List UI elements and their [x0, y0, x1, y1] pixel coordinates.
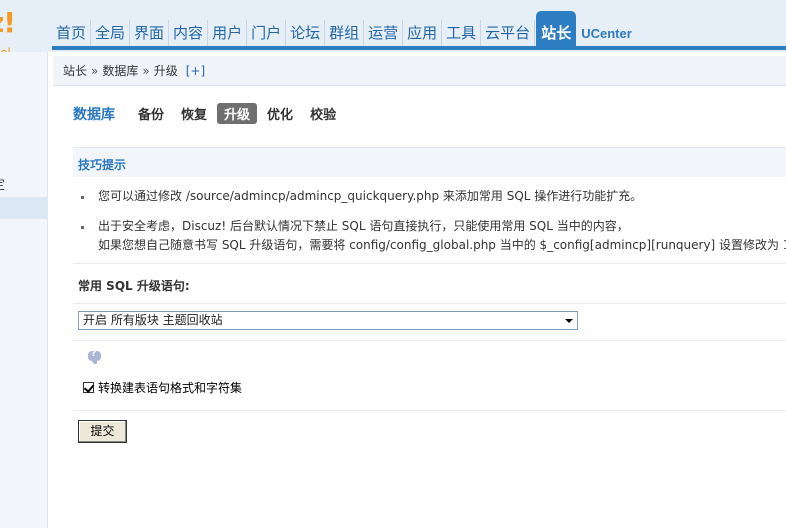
breadcrumb-separator: »	[91, 63, 99, 78]
breadcrumb-item-webmaster[interactable]: 站长	[63, 62, 87, 79]
nav-tab-users[interactable]: 用户	[208, 20, 248, 47]
divider	[73, 410, 786, 411]
nav-tab-apps[interactable]: 应用	[403, 20, 443, 47]
add-shortcut-link[interactable]: [+]	[186, 64, 205, 78]
nav-tab-interface[interactable]: 界面	[130, 20, 170, 47]
convert-charset-label[interactable]: 转换建表语句格式和字符集	[98, 379, 242, 396]
nav-tab-global[interactable]: 全局	[91, 20, 131, 47]
nav-tab-forum[interactable]: 论坛	[286, 20, 326, 47]
sidebar-item-label: 定	[0, 174, 5, 193]
nav-tab-ucenter[interactable]: UCenter	[577, 20, 636, 47]
convert-option-row: 转换建表语句格式和字符集	[83, 379, 242, 396]
tip-line: 出于安全考虑，Discuz! 后台默认情况下禁止 SQL 语句直接执行，只能使用…	[98, 219, 629, 233]
admin-page: z! el 首页 全局 界面 内容 用户 门户 论坛 群组 运营 应用 工具 云…	[0, 0, 786, 528]
nav-tab-tools[interactable]: 工具	[442, 20, 482, 47]
logo: z! el	[0, 6, 28, 57]
tab-optimize[interactable]: 优化	[260, 103, 300, 124]
tip-line: 如果您想自己随意书写 SQL 升级语句，需要将 config/config_gl…	[98, 238, 786, 252]
divider	[73, 263, 786, 264]
top-nav: 首页 全局 界面 内容 用户 门户 论坛 群组 运营 应用 工具 云平台 站长 …	[52, 11, 636, 47]
breadcrumb-separator: »	[142, 63, 150, 78]
breadcrumb-item-database[interactable]: 数据库	[102, 62, 138, 79]
nav-tab-portal[interactable]: 门户	[247, 20, 287, 47]
help-icon[interactable]: ?	[88, 349, 102, 364]
select-value: 开启 所有版块 主题回收站	[83, 313, 223, 327]
nav-tab-webmaster[interactable]: 站长	[536, 11, 577, 47]
sql-statement-select[interactable]: 开启 所有版块 主题回收站	[78, 311, 578, 330]
main-content: 数据库 备份 恢复 升级 优化 校验 技巧提示 您可以通过修改 /source/…	[53, 87, 786, 528]
sub-nav: 数据库 备份 恢复 升级 优化 校验	[73, 103, 346, 124]
nav-tab-groups[interactable]: 群组	[325, 20, 365, 47]
page-title: 数据库	[73, 106, 115, 123]
nav-tab-cloud[interactable]: 云平台	[481, 20, 536, 47]
nav-underline	[52, 46, 786, 50]
header: z! el 首页 全局 界面 内容 用户 门户 论坛 群组 运营 应用 工具 云…	[0, 0, 786, 56]
nav-tab-operations[interactable]: 运营	[364, 20, 404, 47]
sql-select-label: 常用 SQL 升级语句:	[78, 279, 190, 293]
bullet-icon	[81, 226, 84, 229]
breadcrumb-item-upgrade: 升级	[153, 64, 178, 78]
submit-button[interactable]: 提交	[78, 420, 127, 443]
dropdown-arrow-icon[interactable]	[561, 314, 575, 327]
tab-restore[interactable]: 恢复	[174, 103, 214, 124]
tab-upgrade[interactable]: 升级	[217, 103, 258, 124]
nav-tab-home[interactable]: 首页	[52, 20, 92, 47]
sidebar-item[interactable]: 定	[0, 172, 48, 193]
question-mark-icon: ?	[91, 349, 97, 359]
sidebar: 定	[0, 52, 48, 528]
tips-header: 技巧提示	[73, 147, 786, 177]
tab-verify[interactable]: 校验	[303, 103, 343, 124]
tips-title: 技巧提示	[78, 158, 127, 172]
logo-text: z!	[0, 6, 16, 39]
breadcrumb: 站长 » 数据库 » 升级 [+]	[53, 56, 786, 86]
convert-charset-checkbox[interactable]	[83, 382, 94, 393]
tab-backup[interactable]: 备份	[131, 103, 171, 124]
sidebar-item-selected[interactable]	[0, 197, 48, 219]
divider	[73, 303, 786, 304]
nav-tab-content[interactable]: 内容	[169, 20, 209, 47]
bullet-icon	[81, 196, 84, 199]
tip-line: 您可以通过修改 /source/admincp/admincp_quickque…	[98, 189, 643, 203]
divider	[73, 340, 786, 341]
